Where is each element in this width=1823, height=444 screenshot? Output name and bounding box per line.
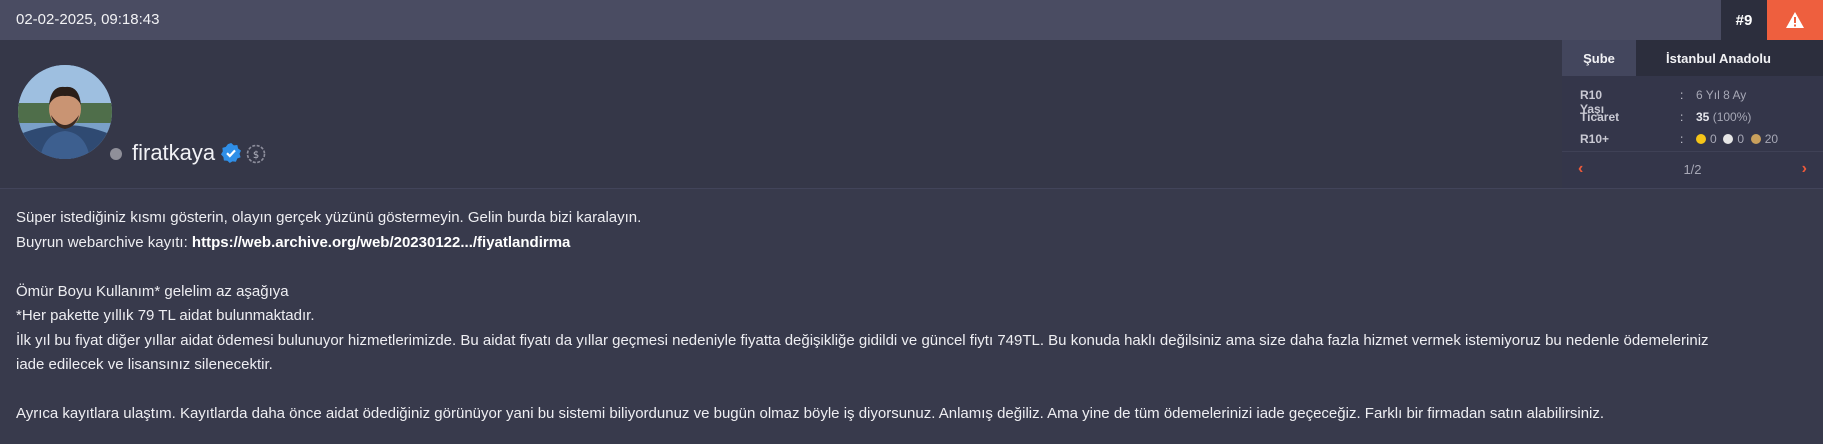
stat-value: 6 Yıl 8 Ay	[1696, 88, 1747, 102]
webarchive-link[interactable]: https://web.archive.org/web/20230122.../…	[192, 234, 570, 251]
info-pager: ‹ 1/2 ›	[1562, 151, 1823, 188]
user-header: firatkaya $	[0, 40, 1823, 189]
content-line: Süper istediğiniz kısmı gösterin, olayın…	[16, 209, 642, 226]
user-info-panel: Şube İstanbul Anadolu R10 Yaşı : 6 Yıl 8…	[1562, 40, 1823, 188]
page-indicator: 1/2	[1683, 162, 1702, 177]
chevron-right-icon[interactable]: ›	[1802, 160, 1807, 178]
content-line: *Her pakette yıllık 79 TL aidat bulunmak…	[16, 307, 315, 324]
avatar[interactable]	[18, 65, 112, 159]
username[interactable]: firatkaya	[132, 140, 215, 166]
warning-icon	[1786, 12, 1804, 28]
post-header-bar: 02-02-2025, 09:18:43 #9	[0, 0, 1823, 40]
online-status-indicator	[110, 148, 122, 160]
report-button[interactable]	[1767, 0, 1823, 40]
content-line: Ömür Boyu Kullanım* gelelim az aşağıya	[16, 282, 289, 300]
post-number-link[interactable]: #9	[1721, 0, 1767, 40]
stat-value[interactable]: 35 (100%)	[1696, 110, 1751, 124]
silver-medal-icon	[1723, 134, 1734, 144]
post-date: 02-02-2025, 09:18:43	[16, 11, 160, 28]
dollar-badge-icon: $	[246, 144, 266, 164]
stat-label: Ticaret	[1580, 110, 1620, 124]
content-line: Buyrun webarchive kayıtı: https://web.ar…	[16, 233, 571, 251]
content-line: Ayrıca kayıtlara ulaştım. Kayıtlarda dah…	[16, 405, 1605, 422]
branch-value: İstanbul Anadolu	[1636, 40, 1823, 76]
tab-branch[interactable]: Şube	[1562, 40, 1636, 76]
bronze-medal-icon	[1750, 134, 1761, 144]
content-line: iade edilecek ve lisansınız silenecektir…	[16, 356, 273, 373]
post-content: Süper istediğiniz kısmı gösterin, olayın…	[16, 206, 1806, 427]
stat-value: 0 0 20	[1696, 132, 1778, 146]
gold-medal-icon	[1696, 134, 1706, 144]
svg-text:$: $	[253, 150, 259, 161]
avatar-image	[18, 65, 112, 159]
content-line: İlk yıl bu fiyat diğer yıllar aidat ödem…	[16, 331, 1709, 349]
stat-label: R10+	[1580, 132, 1610, 146]
verified-badge-icon	[221, 143, 241, 163]
